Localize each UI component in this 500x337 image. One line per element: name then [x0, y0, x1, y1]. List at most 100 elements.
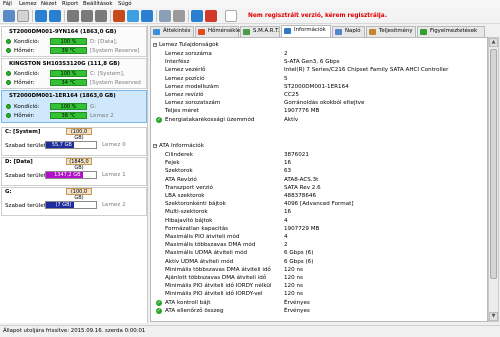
- property-row[interactable]: Ajánlott többszavas DMA átviteli idő 120 …: [151, 274, 487, 282]
- volume-title: D: [Data]: [5, 159, 33, 165]
- disk-volumes-extra: [System Reserved: [90, 80, 141, 86]
- temp-label: Hőmér:: [14, 48, 35, 54]
- tab-alerts[interactable]: Figyelmeztetések: [417, 26, 485, 37]
- tab-performance[interactable]: Teljesítmény: [366, 26, 416, 37]
- menu-file[interactable]: Fájl: [3, 1, 12, 7]
- performance-icon: [369, 29, 376, 35]
- toolbar: Nem regisztrált verzió, kérem regisztrál…: [0, 8, 500, 24]
- property-row[interactable]: Formázatlan kapacitás 1907729 MB: [151, 225, 487, 233]
- wrench-icon[interactable]: [159, 10, 171, 22]
- property-row[interactable]: Fejek 16: [151, 159, 487, 167]
- info-icon[interactable]: [225, 10, 237, 22]
- scroll-up-icon[interactable]: ▲: [489, 38, 498, 47]
- tab-log[interactable]: Napló: [332, 26, 365, 37]
- tab-temperature[interactable]: Hőmérséklet: [195, 26, 242, 37]
- section-header-disk-properties[interactable]: − Lemez Tulajdonságok: [153, 41, 487, 49]
- property-row[interactable]: Szektorok 63: [151, 167, 487, 175]
- refresh-all-icon[interactable]: [141, 10, 153, 22]
- temp-label: Hőmér:: [14, 80, 35, 86]
- arrow-right-icon[interactable]: [49, 10, 61, 22]
- help-icon[interactable]: [191, 10, 203, 22]
- free-space-bar: 55,7 GB: [45, 141, 97, 149]
- print-icon[interactable]: [17, 10, 29, 22]
- property-row[interactable]: ✓ ATA ellenőrző összeg Érvényes: [151, 307, 487, 315]
- property-row[interactable]: LBA szektorok 488378646: [151, 192, 487, 200]
- temp-bar: 39 °C: [50, 47, 87, 54]
- tab-information[interactable]: Információk: [281, 25, 331, 37]
- property-value: 16: [284, 160, 292, 167]
- disk-name: ST2000DM001-1ER164 (1863,0 GB): [9, 93, 116, 99]
- disk-entry-selected[interactable]: ST2000DM001-1ER164 (1863,0 GB) Kondíció:…: [1, 90, 147, 123]
- property-row[interactable]: Maximális többszavas DMA mód 2: [151, 241, 487, 249]
- tab-smart[interactable]: S.M.A.R.T.: [240, 26, 280, 37]
- disk-entry[interactable]: KINGSTON SH103S3120G (111,8 GB) Kondíció…: [1, 58, 147, 89]
- property-label: Maximális PIO átviteli mód: [165, 234, 240, 240]
- property-label: Lemez sorozatszám: [165, 100, 221, 107]
- smart-icon: [243, 29, 250, 35]
- property-row[interactable]: Minimális többszavas DMA átviteli idő 120…: [151, 266, 487, 274]
- disk-name: ST2000DM001-9YN164 (1863,0 GB): [9, 29, 117, 35]
- unregistered-notice[interactable]: Nem regisztrált verzió, kérem regisztrál…: [248, 13, 387, 19]
- property-row[interactable]: Maximális UDMA átviteli mód 6 Gbps (6): [151, 249, 487, 257]
- property-value: Aktív: [284, 116, 299, 123]
- condition-bar: 100 %: [50, 103, 87, 110]
- disk-entry[interactable]: ST2000DM001-9YN164 (1863,0 GB) Kondíció:…: [1, 26, 147, 57]
- property-row[interactable]: Szektoronkénti bájtok 4096 [Advanced Form…: [151, 200, 487, 208]
- menu-settings[interactable]: Beállítások: [83, 1, 112, 7]
- disk-icon[interactable]: [95, 10, 107, 22]
- property-row[interactable]: Multi-szektorok 16: [151, 208, 487, 216]
- property-row[interactable]: ✓ ATA kontroll bájt Érvényes: [151, 299, 487, 307]
- volume-entry[interactable]: G: (100,0 GB) Szabad terület: (7 GB) Lem…: [1, 187, 147, 216]
- menu-report[interactable]: Riport: [62, 1, 78, 7]
- property-row[interactable]: ATA Revízió ATA8-ACS.3t: [151, 176, 487, 184]
- property-row[interactable]: Minimális PIO átviteli idő IORDY-vel 120 …: [151, 290, 487, 298]
- volume-entry[interactable]: D: [Data] (1845,0 GB) Szabad terület: 13…: [1, 157, 147, 186]
- property-row[interactable]: Hibajavító bájtok 4: [151, 217, 487, 225]
- property-value: ST2000DM001-1ER164: [284, 83, 349, 90]
- alert-icon[interactable]: [113, 10, 125, 22]
- property-row[interactable]: Interfész S-ATA Gen3, 6 Gbps: [151, 58, 487, 66]
- collapse-icon[interactable]: −: [153, 43, 157, 47]
- disk-icon[interactable]: [81, 10, 93, 22]
- property-row[interactable]: Lemez vezérlő Intel(R) 7 Series/C216 Chip…: [151, 66, 487, 74]
- free-space-fill: 1347,2 GB: [46, 172, 83, 178]
- menu-help[interactable]: Súgó: [118, 1, 132, 7]
- property-label: Lemez vezérlő: [165, 67, 206, 74]
- status-led-icon: [6, 113, 11, 118]
- collapse-icon[interactable]: −: [153, 144, 157, 148]
- property-row[interactable]: ✓ Energiatakarékossági üzemmód Aktív: [151, 116, 487, 124]
- property-label: Aktív UDMA átviteli mód: [165, 258, 234, 265]
- property-row[interactable]: Aktív UDMA átviteli mód 6 Gbps (6): [151, 258, 487, 266]
- gear-icon[interactable]: [173, 10, 185, 22]
- vertical-scrollbar[interactable]: ▲ ▼: [488, 37, 499, 322]
- disk-icon[interactable]: [67, 10, 79, 22]
- property-label: Transzport verzió: [165, 184, 213, 191]
- section-header-ata-info[interactable]: − ATA Információk: [153, 142, 487, 150]
- property-row[interactable]: Teljes méret 1907776 MB: [151, 107, 487, 115]
- property-row[interactable]: Lemez sorszáma 2: [151, 50, 487, 58]
- property-row[interactable]: Lemez modellszám ST2000DM001-1ER164: [151, 83, 487, 91]
- tab-label: Figyelmeztetések: [430, 28, 478, 34]
- volume-capacity: (1845,0 GB): [66, 158, 92, 171]
- property-row[interactable]: Lemez pozíció 5: [151, 75, 487, 83]
- property-row[interactable]: Lemez sorozatszám Gorránoldás okokból elt…: [151, 99, 487, 107]
- property-row[interactable]: Minimális PIO átviteli idő IORDY nélkül 1…: [151, 282, 487, 290]
- scroll-down-icon[interactable]: ▼: [489, 312, 498, 321]
- refresh-icon[interactable]: [127, 10, 139, 22]
- property-label: Ajánlott többszavas DMA átviteli idő: [165, 275, 267, 281]
- save-icon[interactable]: [3, 10, 15, 22]
- menu-view[interactable]: Nézet: [41, 1, 57, 7]
- property-row[interactable]: Lemez revízió CC25: [151, 91, 487, 99]
- tab-overview[interactable]: Áttekintés: [150, 26, 194, 37]
- property-label: Maximális UDMA átviteli mód: [165, 250, 248, 257]
- temp-bar: 38 °C: [50, 112, 87, 119]
- property-row[interactable]: Maximális PIO átviteli mód 4: [151, 233, 487, 241]
- tab-label: S.M.A.R.T.: [253, 28, 280, 34]
- property-row[interactable]: Cilinderek 3876021: [151, 151, 487, 159]
- exit-icon[interactable]: [205, 10, 217, 22]
- arrow-left-icon[interactable]: [35, 10, 47, 22]
- scroll-thumb[interactable]: [490, 49, 497, 279]
- menu-disk[interactable]: Lemez: [19, 1, 37, 7]
- volume-entry[interactable]: C: [System] (100,0 GB) Szabad terület: 5…: [1, 127, 147, 156]
- property-row[interactable]: Transzport verzió SATA Rev 2.6: [151, 184, 487, 192]
